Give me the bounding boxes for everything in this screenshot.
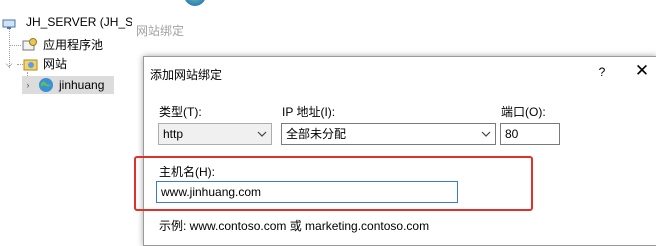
hostname-example-text: 示例: www.contoso.com 或 marketing.contoso.… [159,219,430,233]
globe-icon [184,0,206,6]
sites-folder-icon [23,57,39,71]
chevron-right-icon[interactable]: › [23,76,33,94]
tree-item-label: 应用程序池 [43,38,104,52]
port-input[interactable]: 80 [500,123,560,145]
tree-item-label: JH_SERVER (JH_SE [26,15,142,29]
globe-icon [38,77,54,93]
ip-address-label: IP 地址(I): [282,105,336,119]
dialog-title: 添加网站绑定 [150,68,223,82]
connections-tree: JH_SERVER (JH_SE 应用程序池 ⌵ 网站 › jinhuang [0,0,141,244]
tree-item-label: 网站 [43,57,68,71]
type-label: 类型(T): [159,105,202,119]
close-icon[interactable]: ✕ [632,61,652,81]
ip-address-value: 全部未分配 [286,127,347,141]
tree-guide-line [9,45,21,46]
type-dropdown[interactable]: http [158,123,272,145]
chevron-down-icon [481,124,491,151]
tree-item-label: jinhuang [59,78,105,92]
type-dropdown-value: http [163,127,184,141]
ip-address-dropdown[interactable]: 全部未分配 [281,123,496,145]
hostname-label: 主机名(H): [159,165,215,179]
hostname-input[interactable]: www.jinhuang.com [156,181,458,203]
add-site-binding-dialog: 添加网站绑定 ? ✕ 类型(T): http IP 地址(I): 全部未分配 端… [134,56,656,246]
tree-item-site-jinhuang[interactable]: › jinhuang [22,76,114,94]
help-icon[interactable]: ? [592,62,612,82]
app-pool-icon [22,38,38,52]
chevron-down-icon[interactable]: ⌵ [4,55,14,73]
server-icon [2,17,16,29]
site-bindings-title: 网站绑定 [136,24,185,38]
chevron-down-icon [257,124,267,151]
port-label: 端口(O): [501,105,546,119]
